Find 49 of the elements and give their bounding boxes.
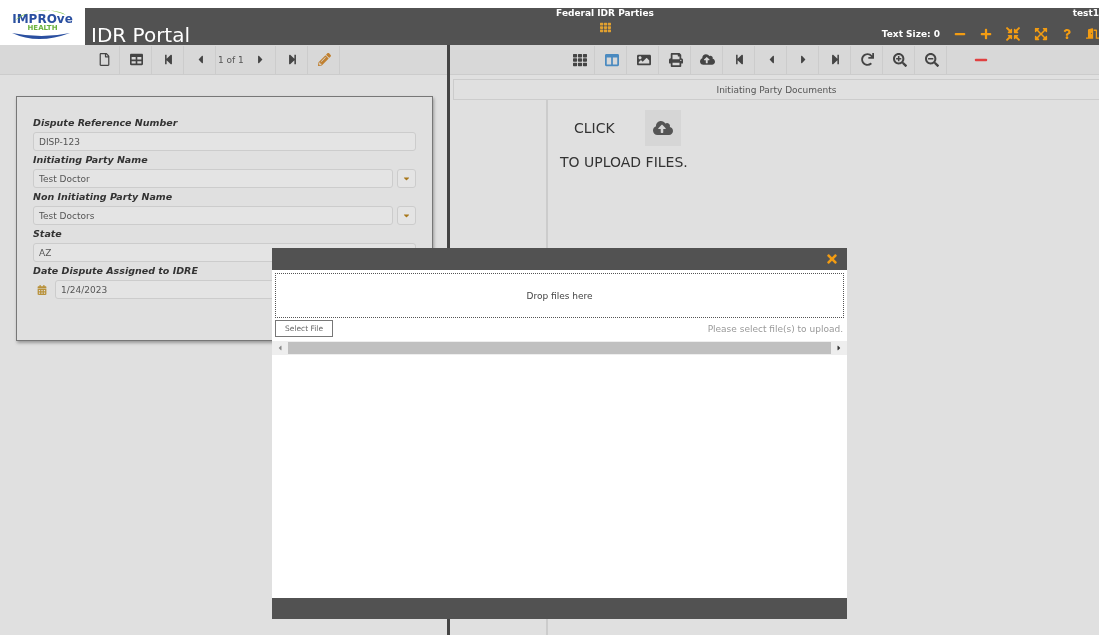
caret-icon xyxy=(402,211,411,220)
section-title: Federal IDR Parties xyxy=(556,8,654,18)
documents-title: Initiating Party Documents xyxy=(453,79,1099,100)
rotate-icon xyxy=(861,53,874,66)
upload-instruction: TO UPLOAD FILES. xyxy=(560,154,689,170)
calendar-icon[interactable] xyxy=(37,284,47,295)
increase-icon[interactable] xyxy=(980,27,992,40)
last-icon xyxy=(286,54,298,65)
first-icon xyxy=(734,54,745,65)
help-icon[interactable] xyxy=(1062,28,1072,39)
user-name: test1 xyxy=(1072,8,1099,18)
field-label: Date Dispute Assigned to IDRE xyxy=(33,265,199,276)
first-icon xyxy=(163,54,174,65)
logo-text: IMPROve xyxy=(12,13,73,25)
zoom-in-icon xyxy=(892,52,907,67)
upload-hint: Please select file(s) to upload. xyxy=(707,323,843,334)
upload-button[interactable] xyxy=(644,110,681,146)
click-text: CLICK xyxy=(574,120,615,136)
scroll-right-icon[interactable] xyxy=(835,344,843,352)
input-field[interactable]: Test Doctors xyxy=(33,206,393,225)
columns-icon xyxy=(604,52,619,67)
drop-zone[interactable]: Drop files here xyxy=(275,273,844,318)
scroll-left-icon[interactable] xyxy=(276,344,284,352)
logout-icon[interactable] xyxy=(1086,27,1099,40)
text-size-label: Text Size: 0 xyxy=(881,28,940,39)
grid-icon xyxy=(572,52,587,67)
table-icon xyxy=(130,53,143,66)
cloud-upload-icon xyxy=(652,118,673,138)
compress-icon[interactable] xyxy=(1006,26,1020,41)
document-icon xyxy=(98,53,111,66)
expand-icon[interactable] xyxy=(1034,26,1048,41)
last-icon xyxy=(830,54,841,65)
field-label: State xyxy=(33,228,63,239)
close-icon[interactable] xyxy=(825,252,839,266)
image-icon xyxy=(636,52,651,67)
cloud-upload-icon xyxy=(700,52,715,67)
field-label: Initiating Party Name xyxy=(33,154,149,165)
field-label: Dispute Reference Number xyxy=(33,117,179,128)
horizontal-scrollbar[interactable] xyxy=(272,341,847,355)
input-field[interactable]: DISP-123 xyxy=(33,132,416,151)
pager-text: 1 of 1 xyxy=(218,54,244,65)
print-icon xyxy=(668,52,683,67)
app-title: IDR Portal xyxy=(91,25,190,45)
pencil-icon xyxy=(317,53,331,66)
apps-grid-icon[interactable] xyxy=(599,22,611,33)
caret-icon xyxy=(402,174,411,183)
field-label: Non Initiating Party Name xyxy=(33,191,174,202)
zoom-out-icon xyxy=(924,52,939,67)
input-field[interactable]: Test Doctor xyxy=(33,169,393,188)
